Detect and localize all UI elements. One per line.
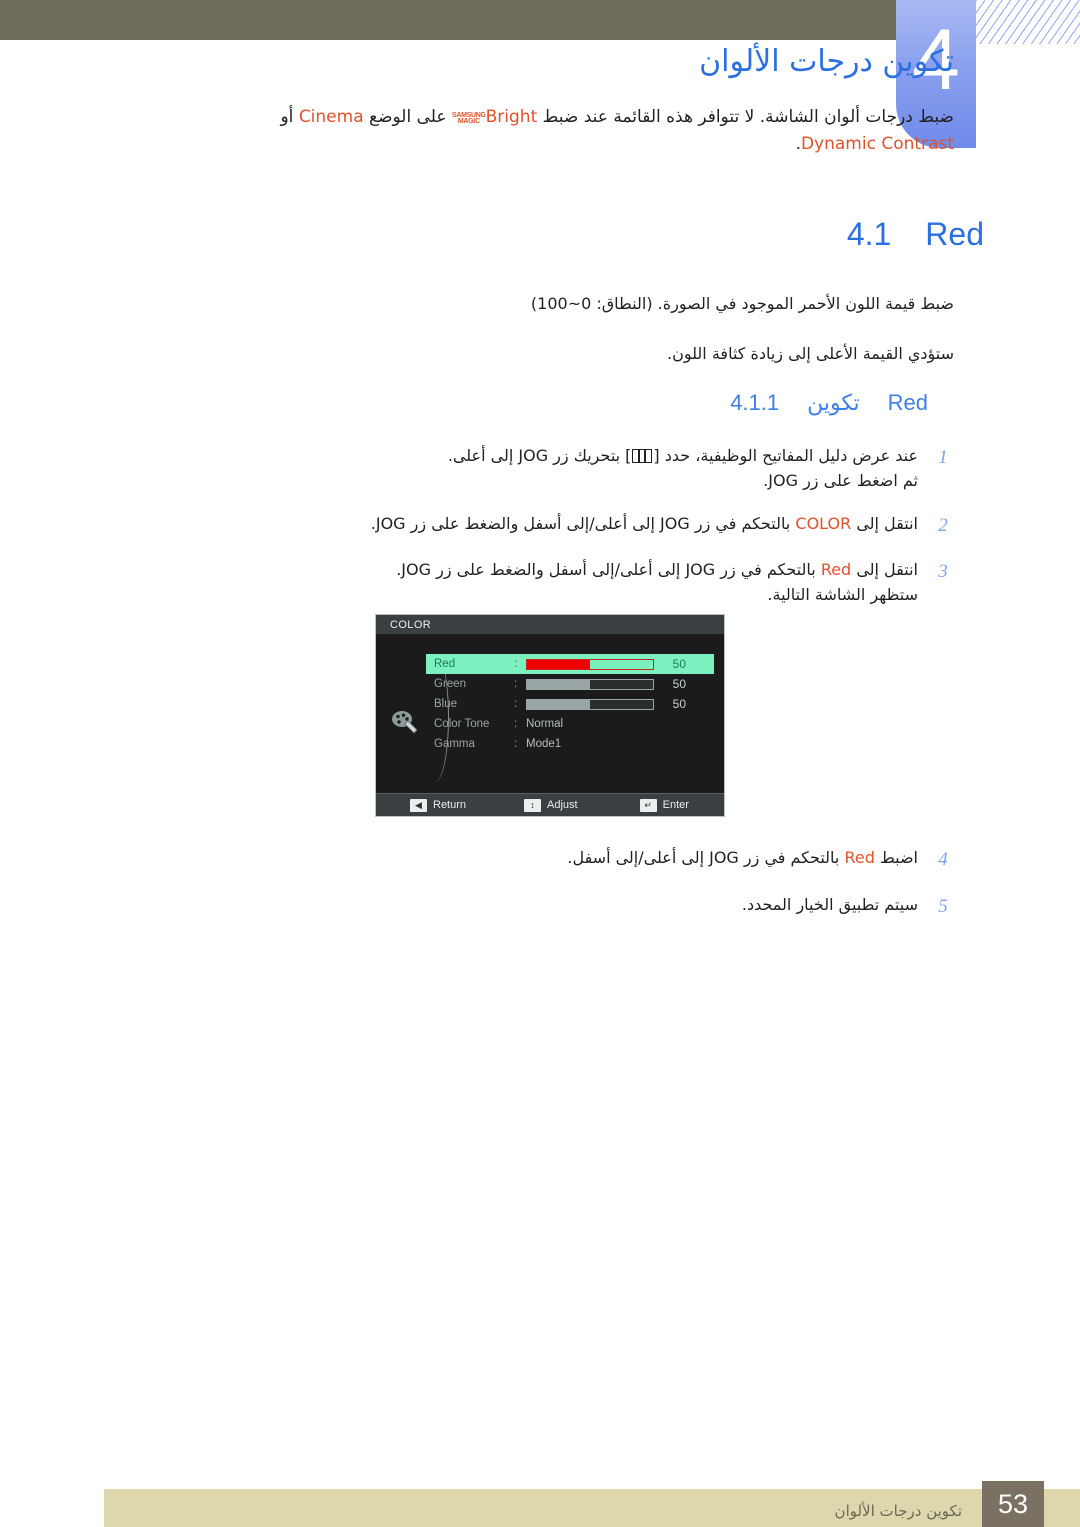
osd-row-label: Blue xyxy=(434,698,458,710)
intro-text-before: ضبط درجات ألوان الشاشة. لا تتوافر هذه ال… xyxy=(542,107,954,127)
osd-row-value: Mode1 xyxy=(526,738,562,750)
section-paragraph-range: ضبط قيمة اللون الأحمر الموجود في الصورة.… xyxy=(530,294,954,313)
osd-row-blue[interactable]: Blue : 50 xyxy=(426,694,714,714)
section-number: 4.1 xyxy=(846,216,892,252)
subsection-number: 4.1.1 xyxy=(730,390,780,415)
osd-hint-return[interactable]: ◀ Return xyxy=(410,798,467,812)
list-item: 2 انتقل إلى COLOR بالتحكم في زر JOG إلى … xyxy=(190,512,954,541)
step3-text-b: بالتحكم في زر JOG إلى أعلى/إلى أسفل والض… xyxy=(396,560,816,580)
step-text: انتقل إلى Red بالتحكم في زر JOG إلى أعلى… xyxy=(190,558,918,608)
chapter-title: تكوين درجات الألوان xyxy=(699,44,954,79)
list-item: 4 اضبط Red بالتحكم في زر JOG إلى أعلى/إل… xyxy=(300,846,954,875)
step-text: اضبط Red بالتحكم في زر JOG إلى أعلى/إلى … xyxy=(300,846,918,871)
osd-row-value: Normal xyxy=(526,718,564,730)
osd-color-menu[interactable]: COLOR Red : 50 Green : 50 Blue: 50 Colo… xyxy=(375,614,725,817)
page-number-badge: 53 xyxy=(982,1481,1044,1527)
step-text: عند عرض دليل المفاتيح الوظيفية، حدد [ ] ب… xyxy=(190,444,918,494)
osd-hint-label: Return xyxy=(433,799,467,811)
osd-body: Red : 50 Green : 50 Blue : 50 Color Tone… xyxy=(376,634,724,794)
step-marker: 5 xyxy=(938,895,948,917)
osd-colon: : xyxy=(514,718,518,730)
step-text: انتقل إلى COLOR بالتحكم في زر JOG إلى أع… xyxy=(190,512,918,537)
corner-hatch-decoration xyxy=(976,0,1080,44)
mode-dynamic-contrast-label: Dynamic Contrast xyxy=(800,134,954,155)
osd-slider-fill xyxy=(527,659,590,669)
osd-row-value: 50 xyxy=(672,677,686,691)
left-arrow-icon: ◀ xyxy=(410,798,427,812)
magic-logo-mark: SAMSUNG MAGIC xyxy=(452,112,486,126)
osd-row-value: 50 xyxy=(672,657,686,671)
osd-row-label: Red xyxy=(434,658,456,670)
list-item: 1 عند عرض دليل المفاتيح الوظيفية، حدد []… xyxy=(190,444,954,494)
section-heading: 4.1 Red xyxy=(847,216,984,253)
step3-highlight-red: Red xyxy=(820,560,852,580)
osd-colon: : xyxy=(514,678,518,690)
footer-chapter-label: تكوين درجات الألوان xyxy=(834,1502,962,1520)
osd-row-label: Gamma xyxy=(434,738,475,750)
list-item: 5 سيتم تطبيق الخيار المحدد. xyxy=(300,893,954,922)
osd-slider-fill xyxy=(527,699,590,709)
osd-row-list: Red : 50 Green : 50 Blue : 50 Color Tone… xyxy=(426,654,714,754)
mode-cinema-label: Cinema xyxy=(298,107,364,127)
list-item: 3 انتقل إلى Red بالتحكم في زر JOG إلى أع… xyxy=(190,558,954,608)
osd-slider-blue[interactable] xyxy=(526,698,654,710)
step1-text-a: عند عرض دليل المفاتيح الوظيفية، حدد [ xyxy=(653,446,918,465)
step-marker: 2 xyxy=(938,514,948,536)
step3-text-a: انتقل إلى xyxy=(856,560,918,580)
osd-row-label: Green xyxy=(434,678,466,690)
osd-colon: : xyxy=(514,658,518,670)
osd-row-red[interactable]: Red : 50 xyxy=(426,654,714,674)
section-paragraph-density: ستؤدي القيمة الأعلى إلى زيادة كثافة اللو… xyxy=(667,344,954,363)
instruction-steps-bottom: 4 اضبط Red بالتحكم في زر JOG إلى أعلى/إل… xyxy=(300,846,954,939)
intro-text-middle: على الوضع xyxy=(369,107,447,127)
header-olive-bar xyxy=(0,0,896,40)
section-label: Red xyxy=(925,216,984,252)
osd-row-label: Color Tone xyxy=(434,718,490,730)
up-down-arrow-icon: ↕ xyxy=(524,798,542,812)
osd-row-color-tone[interactable]: Color Tone : Normal xyxy=(426,714,714,734)
step-marker: 1 xyxy=(938,447,948,468)
samsung-magic-bright-logo: SAMSUNG MAGIC Bright xyxy=(452,104,537,131)
osd-slider-fill xyxy=(527,679,590,689)
step2-text-a: انتقل إلى xyxy=(856,513,918,533)
step5-text-a: سيتم تطبيق الخيار المحدد. xyxy=(741,894,918,914)
osd-colon: : xyxy=(514,698,518,710)
step-marker: 3 xyxy=(938,561,948,583)
step2-text-b: بالتحكم في زر JOG إلى أعلى/إلى أسفل والض… xyxy=(370,513,791,533)
osd-hint-label: Enter xyxy=(662,799,689,811)
magic-bright-word: Bright xyxy=(485,107,538,127)
osd-footer-hints: ◀ Return ↕ Adjust ↵ Enter xyxy=(376,793,724,816)
step-text: سيتم تطبيق الخيار المحدد. xyxy=(300,893,918,918)
step2-highlight-color: COLOR xyxy=(795,513,852,533)
step4-highlight-red: Red xyxy=(844,848,875,867)
osd-row-gamma[interactable]: Gamma : Mode1 xyxy=(426,734,714,754)
keyguide-menu-icon xyxy=(632,449,653,463)
osd-hint-enter[interactable]: ↵ Enter xyxy=(639,798,689,812)
step4-text-b: بالتحكم في زر JOG إلى أعلى/إلى أسفل. xyxy=(567,848,840,867)
palette-icon xyxy=(392,711,418,734)
osd-title: COLOR xyxy=(376,615,724,634)
step4-text-a: اضبط xyxy=(879,848,918,867)
osd-hint-adjust[interactable]: ↕ Adjust xyxy=(524,798,578,812)
osd-colon: : xyxy=(514,738,518,750)
osd-slider-red[interactable] xyxy=(526,658,654,670)
intro-text-or: أو xyxy=(280,107,294,127)
osd-hint-label: Adjust xyxy=(547,799,578,811)
osd-slider-green[interactable] xyxy=(526,678,654,690)
enter-arrow-icon: ↵ xyxy=(639,798,657,812)
subsection-label-ar: تكوين xyxy=(807,391,860,416)
step1-line2: ثم اضغط على زر JOG. xyxy=(763,470,918,490)
magic-logo-line2: MAGIC xyxy=(457,118,480,125)
subsection-heading: 4.1.1 تكوين Red xyxy=(730,390,928,416)
step1-text-b: ] بتحريك زر JOG إلى أعلى. xyxy=(447,446,632,465)
step-marker: 4 xyxy=(938,849,948,870)
subsection-label-en: Red xyxy=(887,390,928,415)
instruction-steps-top: 1 عند عرض دليل المفاتيح الوظيفية، حدد []… xyxy=(190,444,954,626)
osd-row-green[interactable]: Green : 50 xyxy=(426,674,714,694)
osd-row-value: 50 xyxy=(672,697,686,711)
chapter-intro-paragraph: ضبط درجات ألوان الشاشة. لا تتوافر هذه ال… xyxy=(128,104,954,158)
step3-line2: ستظهر الشاشة التالية. xyxy=(767,584,918,604)
